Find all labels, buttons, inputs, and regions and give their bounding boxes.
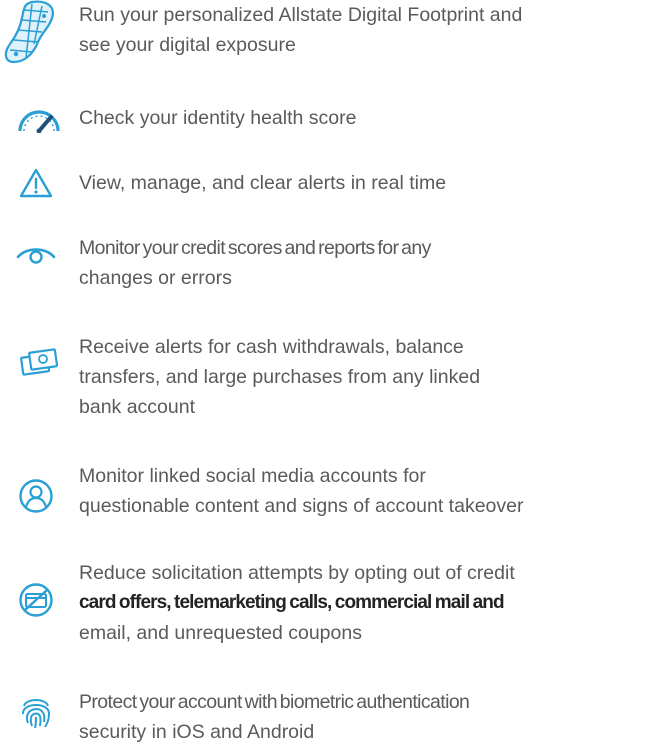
digital-footprint-icon	[0, 0, 66, 64]
feature-text: Run your personalized Allstate Digital F…	[79, 4, 523, 56]
feature-text: Check your identity health score	[79, 107, 357, 129]
user-profile-icon	[0, 461, 66, 513]
feature-text: View, manage, and clear alerts in real t…	[79, 172, 447, 194]
feature-text: Receive alerts for cash withdrawals, bal…	[79, 336, 481, 418]
no-credit-card-icon	[0, 558, 66, 617]
cash-icon	[0, 332, 66, 382]
feature-text: Monitor linked social media accounts for…	[79, 465, 524, 517]
feature-list: Run your personalized Allstate Digital F…	[0, 0, 656, 751]
eye-icon	[0, 233, 66, 283]
gauge-icon	[0, 103, 66, 153]
feature-text: Reduce solicitation attempts by opting o…	[79, 562, 515, 644]
feature-text: Protect your account with biometric auth…	[79, 691, 470, 743]
warning-icon	[0, 168, 66, 218]
fingerprint-icon	[0, 687, 66, 737]
feature-text: Monitor your credit scores and reports f…	[79, 237, 431, 289]
